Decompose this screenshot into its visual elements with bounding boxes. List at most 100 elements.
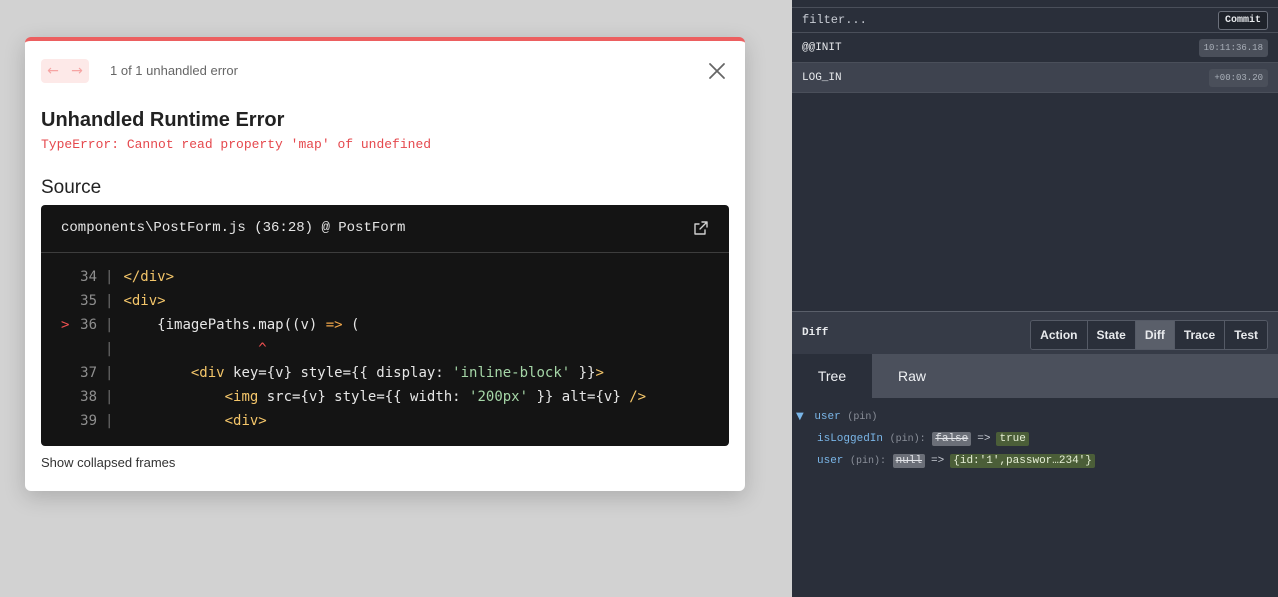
tab-trace[interactable]: Trace xyxy=(1174,321,1226,349)
tree-row[interactable]: isLoggedIn (pin): false => true xyxy=(792,428,1278,450)
tree-row[interactable]: user (pin): null => {id:'1',passwor…234'} xyxy=(792,450,1278,472)
code-token: '200px' xyxy=(469,389,529,405)
action-name: LOG_IN xyxy=(802,72,842,84)
error-overlay: ← → 1 of 1 unhandled error Unhandled Run… xyxy=(25,37,745,491)
previous-error-button[interactable]: ← xyxy=(41,59,65,83)
code-lines: 34 | </div> 35 | <div> >36 | {imagePaths.map((v… xyxy=(41,253,729,433)
new-value: true xyxy=(996,432,1029,446)
code-token: 'inline-block' xyxy=(452,365,571,381)
code-line: 38 | <img src={v} style={{ width: '200px'… xyxy=(41,385,729,409)
tree-key: isLoggedIn xyxy=(817,433,884,445)
code-line: 37 | <div key={v} style={{ display: 'inli… xyxy=(41,361,729,385)
tab-raw[interactable]: Raw xyxy=(872,354,952,398)
monitor-label: Diff xyxy=(802,327,829,339)
diff-arrow: => xyxy=(977,433,991,445)
code-line: | ^ xyxy=(41,337,729,361)
code-frame: components\PostForm.js (36:28) @ PostFor… xyxy=(41,205,729,446)
filter-input[interactable] xyxy=(792,8,1212,32)
gutter-bar: | xyxy=(105,317,114,333)
action-name: @@INIT xyxy=(802,42,842,54)
tree-key: user xyxy=(817,455,844,467)
action-list-item[interactable]: @@INIT 10:11:36.18 xyxy=(792,33,1278,63)
code-frame-file-link[interactable]: components\PostForm.js (36:28) @ PostFor… xyxy=(41,205,729,253)
tab-state[interactable]: State xyxy=(1087,321,1136,349)
code-token: <div xyxy=(190,365,225,381)
arrow-right-icon: → xyxy=(71,63,83,79)
error-message: TypeError: Cannot read property 'map' of… xyxy=(41,137,432,152)
redux-devtools-panel: Commit @@INIT10:11:36.18LOG_IN+00:03.20 … xyxy=(792,0,1278,597)
pin-toggle[interactable]: (pin): xyxy=(850,456,886,467)
code-line: 34 | </div> xyxy=(41,265,729,289)
arrow-left-icon: ← xyxy=(47,63,59,79)
tab-tree[interactable]: Tree xyxy=(792,354,872,398)
action-timestamp: +00:03.20 xyxy=(1209,69,1268,87)
pin-toggle[interactable]: (pin): xyxy=(890,434,926,445)
commit-button[interactable]: Commit xyxy=(1217,11,1268,30)
gutter-bar: | xyxy=(105,413,114,429)
old-value: null xyxy=(892,454,926,468)
code-token: }} xyxy=(570,365,596,381)
tree-root-key: user xyxy=(814,411,841,423)
line-number: 38 xyxy=(80,389,97,405)
tab-test[interactable]: Test xyxy=(1225,321,1267,349)
diff-tree: ▼ user (pin) isLoggedIn (pin): false => tr… xyxy=(792,398,1278,472)
code-line: 35 | <div> xyxy=(41,289,729,313)
gutter-bar: | xyxy=(105,341,114,357)
filter-bar: Commit xyxy=(792,8,1278,33)
tree-root-pin[interactable]: (pin) xyxy=(847,412,877,423)
code-token: <div> xyxy=(224,413,267,429)
tab-action[interactable]: Action xyxy=(1031,321,1088,349)
external-link-icon[interactable] xyxy=(693,220,709,236)
action-list: @@INIT 10:11:36.18 LOG_IN +00:03.20 xyxy=(792,33,1278,93)
close-icon xyxy=(709,63,725,79)
error-line-marker: > xyxy=(61,317,70,333)
code-token: /> xyxy=(629,389,647,405)
code-token: </div> xyxy=(123,269,175,285)
monitor-pane: Diff Action State Diff Trace Test Tree Raw ▼… xyxy=(792,312,1278,597)
code-token: => xyxy=(325,317,343,333)
code-token: ( xyxy=(342,317,360,333)
gutter-bar: | xyxy=(105,269,114,285)
code-line: >36 | {imagePaths.map((v) => ( xyxy=(41,313,729,337)
line-number: 35 xyxy=(80,293,97,309)
line-number: 37 xyxy=(80,365,97,381)
gutter-bar: | xyxy=(105,293,114,309)
code-token: }} alt={v} xyxy=(528,389,630,405)
tab-diff[interactable]: Diff xyxy=(1135,321,1175,349)
line-number: 34 xyxy=(80,269,97,285)
error-count: 1 of 1 unhandled error xyxy=(110,63,238,78)
code-token: src={v} style={{ width: xyxy=(258,389,470,405)
diff-arrow: => xyxy=(931,455,945,467)
top-divider xyxy=(792,0,1278,8)
close-overlay-button[interactable] xyxy=(705,59,729,83)
code-token: > xyxy=(595,365,604,381)
tree-children: isLoggedIn (pin): false => true user (pin):… xyxy=(792,428,1278,472)
overlay-header: ← → 1 of 1 unhandled error xyxy=(41,59,729,85)
monitor-toolbar: Diff Action State Diff Trace Test xyxy=(792,312,1278,354)
gutter-bar: | xyxy=(105,365,114,381)
code-token: <div> xyxy=(123,293,166,309)
caret-down-icon[interactable]: ▼ xyxy=(796,411,804,422)
action-list-pane: Commit @@INIT 10:11:36.18 LOG_IN +00:03.20 xyxy=(792,0,1278,311)
gutter-bar: | xyxy=(105,389,114,405)
code-line: 39 | <div> xyxy=(41,409,729,433)
action-list-item[interactable]: LOG_IN +00:03.20 xyxy=(792,63,1278,93)
code-token: <img xyxy=(224,389,259,405)
action-timestamp: 10:11:36.18 xyxy=(1198,39,1268,57)
code-token: ^ xyxy=(123,341,267,357)
source-heading: Source xyxy=(41,177,102,198)
view-tabs: Tree Raw xyxy=(792,354,1278,398)
new-value: {id:'1',passwor…234'} xyxy=(950,454,1095,468)
line-number: 39 xyxy=(80,413,97,429)
code-token: {imagePaths.map((v) xyxy=(123,317,326,333)
show-collapsed-frames-button[interactable]: Show collapsed frames xyxy=(41,455,175,470)
code-token: key={v} style={{ display: xyxy=(224,365,453,381)
next-error-button[interactable]: → xyxy=(65,59,89,83)
old-value: false xyxy=(932,432,972,446)
error-title: Unhandled Runtime Error xyxy=(41,109,285,131)
monitor-tab-group: Action State Diff Trace Test xyxy=(1030,320,1268,350)
tree-root-row[interactable]: ▼ user (pin) xyxy=(792,406,1278,428)
